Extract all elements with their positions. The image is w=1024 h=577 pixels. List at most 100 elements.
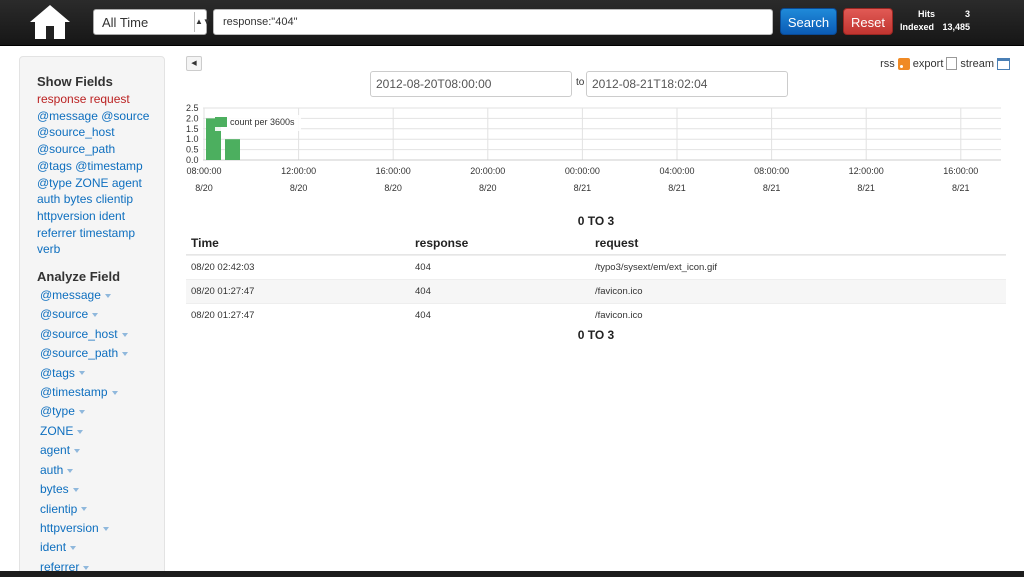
search-input[interactable]: response:"404" [213, 9, 773, 35]
caret-down-icon[interactable] [111, 390, 118, 395]
show-field-line[interactable]: @message @source [37, 108, 164, 125]
collapse-sidebar-button[interactable]: ◀ [186, 56, 202, 71]
table-row[interactable]: 08/20 01:27:47 404 /favicon.ico [186, 303, 1006, 327]
cell-request: /favicon.ico [595, 286, 643, 297]
x-tick-time: 12:00:00 [281, 166, 316, 176]
analyze-field-item[interactable]: @source_host [40, 325, 164, 344]
cell-time: 08/20 01:27:47 [191, 310, 255, 321]
x-tick-date: 8/21 [574, 183, 592, 193]
show-field-line[interactable]: httpversion ident [37, 208, 164, 225]
show-field-line[interactable]: @source_path [37, 141, 164, 158]
show-field-line[interactable]: @type ZONE agent [37, 175, 164, 192]
time-range-select[interactable]: All Time ▲▼ [93, 9, 211, 35]
analyze-field-label: httpversion [40, 520, 99, 535]
reset-button[interactable]: Reset [843, 8, 893, 35]
result-range-top: 0 TO 3 [577, 214, 615, 228]
x-tick-time: 16:00:00 [943, 166, 978, 176]
caret-down-icon[interactable] [70, 546, 77, 551]
analyze-field-item[interactable]: @tags [40, 364, 164, 383]
analyze-field-label: @type [40, 404, 75, 419]
caret-down-icon[interactable] [67, 468, 74, 473]
sidebar: Show Fields response request @message @so… [19, 56, 165, 577]
legend-swatch [215, 117, 227, 127]
y-tick-label: 2.0 [186, 113, 199, 123]
col-response-header[interactable]: response [415, 236, 595, 250]
search-button[interactable]: Search [780, 8, 837, 35]
show-field-line[interactable]: auth bytes clientip [37, 191, 164, 208]
home-logo-icon[interactable] [28, 4, 72, 40]
analyze-field-item[interactable]: @message [40, 286, 164, 305]
rss-link[interactable]: rss [880, 58, 895, 70]
analyze-field-item[interactable]: bytes [40, 480, 164, 499]
col-time-header[interactable]: Time [186, 236, 415, 250]
analyze-field-item[interactable]: agent [40, 441, 164, 460]
analyze-field-item[interactable]: ident [40, 538, 164, 557]
analyze-field-label: ident [40, 540, 67, 555]
col-request-header[interactable]: request [595, 236, 1006, 250]
x-tick-time: 08:00:00 [186, 166, 221, 176]
indexed-value: 13,485 [942, 22, 970, 32]
export-icon[interactable] [946, 57, 958, 70]
analyze-field-item[interactable]: httpversion [40, 519, 164, 538]
hits-value: 3 [964, 9, 970, 19]
y-tick-label: 2.5 [186, 103, 199, 113]
caret-down-icon[interactable] [78, 410, 85, 415]
analyze-field-label: @source_host [40, 326, 118, 341]
show-field-line[interactable]: response request [37, 91, 164, 108]
analyze-field-label: @message [40, 288, 101, 303]
caret-down-icon[interactable] [102, 526, 109, 531]
analyze-field-item[interactable]: @source_path [40, 344, 164, 363]
analyze-field-item[interactable]: ZONE [40, 422, 164, 441]
caret-down-icon[interactable] [81, 507, 88, 512]
caret-down-icon[interactable] [83, 565, 90, 570]
analyze-field-item[interactable]: @timestamp [40, 383, 164, 402]
stream-link[interactable]: stream [960, 58, 994, 70]
caret-down-icon[interactable] [92, 313, 99, 318]
date-to-label: to [576, 77, 585, 88]
caret-down-icon[interactable] [77, 429, 84, 434]
x-tick-date: 8/20 [479, 183, 497, 193]
analyze-field-item[interactable]: @source [40, 305, 164, 324]
export-link[interactable]: export [913, 58, 944, 70]
caret-down-icon[interactable] [74, 449, 81, 454]
x-tick-time: 00:00:00 [565, 166, 600, 176]
show-fields-title: Show Fields [37, 74, 113, 89]
x-tick-date: 8/21 [857, 183, 875, 193]
analyze-field-label: auth [40, 462, 64, 477]
chevron-down-icon: ▲▼ [194, 12, 211, 32]
caret-down-icon[interactable] [104, 293, 111, 298]
stream-icon[interactable] [997, 57, 1010, 70]
caret-down-icon[interactable] [72, 487, 79, 492]
hits-label: Hits [918, 9, 936, 19]
cell-response: 404 [415, 310, 431, 321]
top-bar: All Time ▲▼ response:"404" Search Reset … [0, 0, 1024, 46]
analyze-field-item[interactable]: clientip [40, 500, 164, 519]
time-range-value: All Time [102, 15, 149, 30]
analyze-field-list: @message @source @source_host @source_path @… [37, 286, 164, 577]
table-row[interactable]: 08/20 02:42:03 404 /typo3/sysext/em/ext_… [186, 255, 1006, 279]
histogram-chart: 2.52.01.51.00.50.008:00:008/2012:00:008/… [186, 103, 1001, 193]
caret-down-icon[interactable] [121, 332, 128, 337]
cell-request: /favicon.ico [595, 310, 643, 321]
analyze-field-label: @source_path [40, 346, 119, 361]
x-tick-date: 8/20 [384, 183, 402, 193]
rss-icon[interactable] [897, 57, 910, 70]
y-tick-label: 0.0 [186, 155, 199, 165]
show-field-line[interactable]: verb [37, 241, 164, 258]
date-from-input[interactable]: 2012-08-20T08:00:00 [370, 71, 572, 97]
x-tick-time: 04:00:00 [659, 166, 694, 176]
show-field-line[interactable]: referrer timestamp [37, 225, 164, 242]
analyze-field-item[interactable]: auth [40, 461, 164, 480]
caret-down-icon[interactable] [122, 352, 129, 357]
analyze-field-label: @source [40, 307, 89, 322]
show-field-line[interactable]: @source_host [37, 124, 164, 141]
show-field-line[interactable]: @tags @timestamp [37, 158, 164, 175]
cell-time: 08/20 01:27:47 [191, 286, 255, 297]
table-row[interactable]: 08/20 01:27:47 404 /favicon.ico [186, 279, 1006, 303]
analyze-field-item[interactable]: @type [40, 402, 164, 421]
date-to-input[interactable]: 2012-08-21T18:02:04 [586, 71, 788, 97]
analyze-field-title: Analyze Field [37, 269, 121, 285]
caret-down-icon[interactable] [78, 371, 85, 376]
analyze-field-label: agent [40, 443, 71, 458]
y-tick-label: 1.5 [186, 124, 199, 134]
